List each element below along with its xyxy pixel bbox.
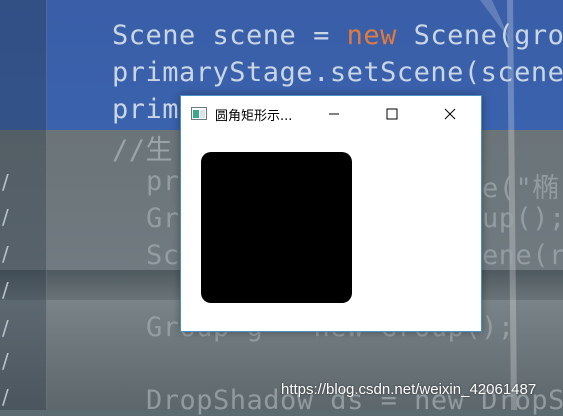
code-line: ene(r (482, 240, 563, 271)
maximize-button[interactable] (369, 96, 415, 132)
code-line: e("椭 (482, 173, 560, 204)
gutter-mark: / (2, 205, 9, 229)
code-line: Scene scene = new Scene(gro (112, 20, 563, 51)
code-line: Gr (146, 203, 180, 234)
maximize-icon (386, 108, 398, 120)
code-line: pr (146, 166, 180, 197)
app-icon (191, 107, 207, 120)
gutter-mark: / (2, 385, 9, 409)
code-line: primaryStage.setScene(scene (112, 57, 563, 88)
code-line: up(); (482, 203, 563, 234)
window-title: 圆角矩形示... (215, 109, 293, 124)
window-titlebar[interactable]: 圆角矩形示... (181, 96, 481, 132)
minimize-icon (329, 113, 339, 115)
csdn-watermark: https://blog.csdn.net/weixin_42061487 (281, 381, 537, 398)
code-line: prim (112, 94, 180, 125)
gutter-mark: / (2, 242, 9, 266)
minimize-button[interactable] (311, 96, 357, 132)
gutter-mark: / (2, 170, 9, 194)
scene-canvas (181, 132, 481, 331)
gutter-mark: / (2, 349, 9, 373)
code-line: Sc (146, 240, 180, 271)
code-comment: //生 (112, 135, 174, 166)
gutter-mark: / (2, 278, 9, 302)
gutter-mark: / (2, 316, 9, 340)
app-window[interactable]: 圆角矩形示... (180, 95, 482, 332)
rounded-rectangle-shape (201, 152, 352, 303)
close-icon (444, 108, 456, 120)
close-button[interactable] (427, 96, 473, 132)
